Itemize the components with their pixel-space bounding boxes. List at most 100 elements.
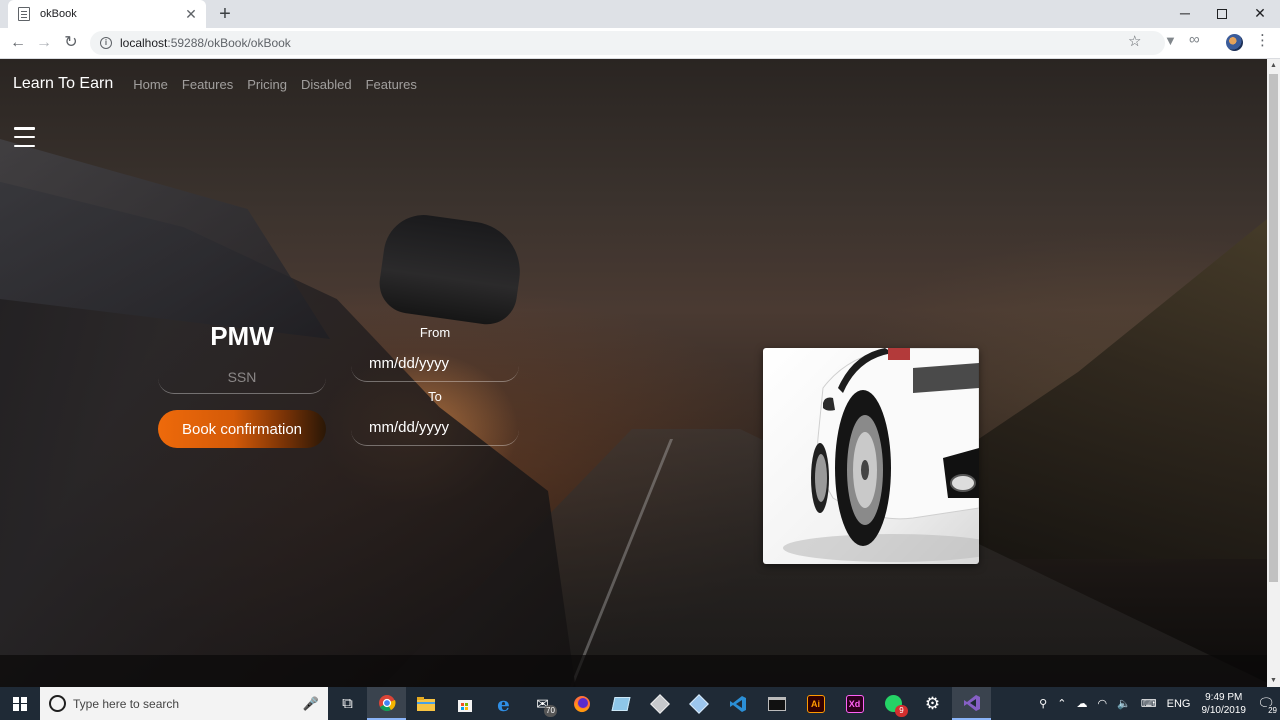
url-host: localhost (120, 36, 168, 50)
ssn-input[interactable] (158, 360, 326, 394)
firefox-icon (573, 695, 590, 712)
bookmark-star-icon[interactable]: ☆ (1128, 32, 1141, 50)
nav-link-features[interactable]: Features (182, 77, 233, 92)
onedrive-cloud-icon[interactable]: ☁ (1076, 697, 1087, 710)
people-icon[interactable]: ⚲ (1039, 697, 1047, 710)
edge-taskbar-icon[interactable]: e (484, 687, 523, 720)
cortana-icon (49, 695, 66, 712)
whatsapp-taskbar-icon[interactable]: 9 (874, 687, 913, 720)
forward-arrow-icon[interactable]: → (32, 32, 56, 54)
task-view-icon[interactable]: ⧉ (328, 687, 367, 720)
page-scrollbar[interactable]: ▲ ▼ (1267, 59, 1280, 687)
maximize-window-button[interactable] (1202, 0, 1242, 28)
package-taskbar-icon[interactable] (640, 687, 679, 720)
scroll-up-arrow-icon[interactable]: ▲ (1267, 59, 1280, 72)
adobe-xd-taskbar-icon[interactable]: Xd (835, 687, 874, 720)
adobe-xd-icon: Xd (845, 694, 864, 713)
keyboard-icon[interactable]: ⌨ (1141, 697, 1157, 710)
scroll-down-arrow-icon[interactable]: ▼ (1267, 674, 1280, 687)
page-footer-strip (0, 655, 1267, 687)
site-brand[interactable]: Learn To Earn (13, 75, 113, 93)
notes-app-taskbar-icon[interactable] (601, 687, 640, 720)
tab-title: okBook (40, 8, 77, 20)
clock-date: 9/10/2019 (1201, 704, 1247, 716)
microphone-icon[interactable]: 🎤 (303, 696, 319, 712)
site-info-icon[interactable]: i (100, 37, 112, 49)
edge-icon: e (497, 691, 510, 716)
back-arrow-icon[interactable]: ← (6, 32, 30, 54)
browser-menu-icon[interactable]: ⋮ (1255, 31, 1270, 49)
scrollbar-thumb[interactable] (1269, 74, 1278, 582)
nav-link-pricing[interactable]: Pricing (247, 77, 287, 92)
store-taskbar-icon[interactable] (445, 687, 484, 720)
address-bar[interactable]: i localhost:59288/okBook/okBook (90, 31, 1165, 55)
file-explorer-taskbar-icon[interactable] (406, 687, 445, 720)
whatsapp-badge: 9 (895, 705, 908, 717)
folder-icon (416, 696, 435, 711)
mail-taskbar-icon[interactable]: ✉ 70 (523, 687, 562, 720)
firefox-taskbar-icon[interactable] (562, 687, 601, 720)
nav-link-disabled: Disabled (300, 76, 352, 92)
booking-date-fields: From To (351, 324, 519, 446)
close-tab-icon[interactable]: ✕ (182, 5, 200, 23)
site-navbar: Learn To Earn Home Features Pricing Disa… (0, 59, 1267, 109)
system-tray: ⚲ ⌃ ☁ ◠ 🔈 ⌨ ENG 9:49 PM 9/10/2019 🗨 29 (1034, 687, 1280, 720)
page-favicon-icon (18, 7, 30, 21)
windows-logo-icon (13, 696, 27, 711)
new-tab-button[interactable]: + (214, 3, 236, 25)
start-button[interactable] (0, 687, 40, 720)
page-viewport: Learn To Earn Home Features Pricing Disa… (0, 59, 1267, 687)
browser-tab[interactable]: okBook ✕ (8, 0, 206, 28)
browser-toolbar: ← → ↻ i localhost:59288/okBook/okBook ☆ … (0, 28, 1280, 59)
visual-studio-icon (963, 694, 980, 711)
vue-devtools-extension-icon[interactable]: ▼ (1164, 33, 1177, 48)
to-label: To (428, 389, 442, 404)
chevron-up-icon[interactable]: ⌃ (1057, 697, 1066, 710)
browser-tab-bar: okBook ✕ + ─ ✕ (0, 0, 1280, 28)
from-date-input[interactable] (351, 346, 519, 382)
url-path: :59288/okBook/okBook (167, 36, 291, 50)
terminal-taskbar-icon[interactable] (757, 687, 796, 720)
shopping-bag-icon (457, 699, 472, 712)
volume-icon[interactable]: 🔈 (1117, 697, 1131, 710)
minimize-window-button[interactable]: ─ (1165, 0, 1205, 28)
booking-form-left: PMW Book confirmation (158, 321, 326, 448)
terminal-icon (767, 696, 786, 711)
illustrator-taskbar-icon[interactable]: Ai (796, 687, 835, 720)
clock-time: 9:49 PM (1205, 691, 1243, 703)
illustrator-icon: Ai (806, 694, 825, 713)
cube-blue-icon (688, 693, 709, 714)
mail-badge: 70 (544, 705, 557, 717)
chrome-icon (378, 694, 396, 711)
language-indicator[interactable]: ENG (1167, 698, 1191, 710)
car-name-heading: PMW (210, 321, 274, 351)
nav-link-features-2[interactable]: Features (366, 77, 417, 92)
virtualbox-taskbar-icon[interactable] (679, 687, 718, 720)
taskbar-clock[interactable]: 9:49 PM 9/10/2019 (1202, 691, 1247, 717)
notification-count: 29 (1267, 706, 1278, 715)
reload-icon[interactable]: ↻ (59, 32, 83, 54)
taskbar-search-placeholder: Type here to search (73, 696, 180, 711)
taskbar-search[interactable]: Type here to search 🎤 (40, 687, 328, 720)
white-car-illustration (783, 348, 979, 562)
book-confirmation-button[interactable]: Book confirmation (158, 410, 326, 448)
from-label: From (419, 325, 451, 340)
visual-studio-taskbar-icon[interactable] (952, 687, 991, 720)
hamburger-icon[interactable] (14, 127, 35, 147)
maximize-icon (1217, 9, 1227, 20)
infinity-extension-icon[interactable]: ∞ (1189, 31, 1200, 48)
nav-link-home[interactable]: Home (133, 77, 168, 92)
windows-taskbar: Type here to search 🎤 ⧉ e ✉ 70 Ai Xd 9 ⚙… (0, 687, 1280, 720)
cube-gray-icon (649, 693, 670, 714)
to-date-input[interactable] (351, 410, 519, 446)
close-window-button[interactable]: ✕ (1240, 0, 1280, 28)
car-photo (763, 348, 979, 564)
notepad-icon (611, 696, 630, 711)
wifi-icon[interactable]: ◠ (1097, 697, 1107, 710)
chrome-taskbar-icon[interactable] (367, 687, 406, 720)
vscode-icon (729, 695, 746, 712)
profile-avatar[interactable] (1226, 34, 1243, 51)
vscode-taskbar-icon[interactable] (718, 687, 757, 720)
settings-taskbar-icon[interactable]: ⚙ (913, 687, 952, 720)
action-center-button[interactable]: 🗨 29 (1252, 687, 1280, 720)
